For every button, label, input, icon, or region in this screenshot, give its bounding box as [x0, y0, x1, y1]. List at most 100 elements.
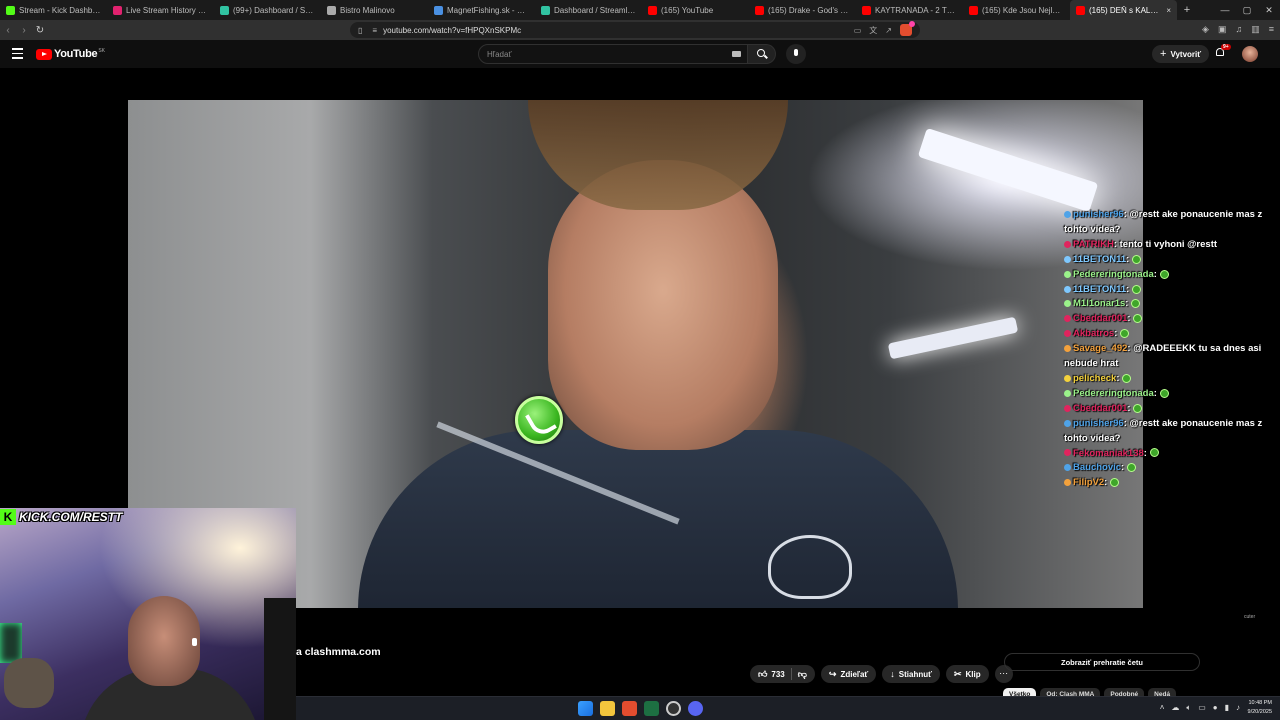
tab-title: Live Stream History for Blerp	[126, 5, 208, 15]
browser-tab[interactable]: Stream - Kick Dashboard	[0, 0, 107, 20]
tab-title: (165) Drake - God's Plan - You	[768, 5, 850, 15]
chat-username: punisher96	[1073, 209, 1124, 220]
browser-tab[interactable]: (99+) Dashboard / Streamlabs	[214, 0, 321, 20]
share-page-icon[interactable]: ↗	[885, 26, 892, 35]
bookmark-icon[interactable]: ▯	[358, 26, 362, 35]
ceiling-light	[917, 127, 1099, 213]
chat-username: punisher96	[1073, 417, 1124, 429]
chat-badge-icon	[1064, 315, 1071, 323]
youtube-logo[interactable]: YouTube SK	[36, 48, 105, 60]
show-chat-replay-button[interactable]: Zobraziť prehratie četu	[1004, 653, 1200, 671]
chat-badge-icon	[1064, 404, 1071, 412]
translate-icon[interactable]: 文	[869, 25, 877, 36]
chat-message: Akbatros:	[1064, 327, 1278, 342]
file-explorer-icon[interactable]	[600, 701, 615, 716]
tray-overflow-icon[interactable]: ˄	[1160, 703, 1165, 713]
browser-tab[interactable]: Bistro Malinovo	[321, 0, 428, 20]
browser-tab[interactable]: KAYTRANADA - 2 The Music	[856, 0, 963, 20]
excel-icon[interactable]	[644, 701, 659, 716]
speaker-icon[interactable]: ♪	[1236, 703, 1240, 713]
chat-username: FilipV2	[1073, 477, 1105, 489]
extension-toolbar: ◈ ▣ ♫ ▥ ≡	[1202, 24, 1274, 35]
ceiling-light	[887, 316, 1019, 360]
chat-badge-icon	[1064, 270, 1071, 278]
chat-text: :	[1104, 477, 1108, 489]
youtube-wordmark: YouTube	[54, 48, 98, 60]
browser-tab[interactable]: (165) DEŇ s KALUBOI ×	[1070, 0, 1177, 20]
create-button[interactable]: + Vytvoriť	[1152, 45, 1210, 63]
extensions-icon[interactable]: ◈	[1202, 24, 1209, 35]
volume-icon[interactable]: 🔈︎	[1186, 703, 1191, 713]
chat-overlay: punisher96: @restt ake ponaucenie mas z …	[1064, 208, 1278, 491]
voice-search-icon[interactable]	[786, 44, 806, 64]
obs-icon[interactable]	[666, 701, 681, 716]
new-tab-button[interactable]: +	[1177, 4, 1197, 16]
browser-tab[interactable]: MagnetFishing.sk - Magnety	[428, 0, 535, 20]
tab-title: KAYTRANADA - 2 The Music	[875, 5, 957, 15]
chat-username: Pedereringtonada	[1073, 387, 1154, 399]
network-icon[interactable]: ▭	[1198, 703, 1206, 713]
site-settings-icon[interactable]: ≡	[372, 26, 377, 35]
chat-badge-icon	[1064, 389, 1071, 397]
browser-menu-icon[interactable]: ≡	[1269, 24, 1274, 35]
hamburger-menu-icon[interactable]	[12, 48, 23, 59]
like-dislike-group: 👍︎ 733 👎︎	[750, 665, 815, 683]
browser-tab[interactable]: (165) Kde Jsou Nejlépe Hodn	[963, 0, 1070, 20]
chat-emote-icon	[1131, 254, 1141, 264]
clip-label: Klip	[965, 669, 981, 679]
forward-icon[interactable]: ›	[16, 25, 32, 36]
browser-tab[interactable]: (165) YouTube	[642, 0, 749, 20]
share-button[interactable]: ↪ Zdieľať	[820, 665, 877, 683]
video-actions: 👍︎ 733 👎︎ ↪ Zdieľať ↓ Stiahnuť ✂ Klip ··…	[750, 665, 1013, 683]
back-icon[interactable]: ‹	[0, 25, 16, 36]
search-button[interactable]	[748, 44, 776, 64]
tab-favicon-icon	[969, 5, 978, 15]
cast-icon[interactable]: ▭	[854, 26, 862, 35]
chat-emote-icon	[1120, 329, 1129, 339]
chat-badge-icon	[1064, 449, 1071, 457]
clock[interactable]: 10:48 PM 9/20/2025	[1248, 699, 1272, 717]
chat-emote-icon	[1159, 388, 1169, 398]
download-button[interactable]: ↓ Stiahnuť	[882, 665, 940, 683]
tab-title: MagnetFishing.sk - Magnety	[447, 5, 529, 15]
thumbs-up-icon[interactable]: 👍︎	[758, 669, 767, 680]
windows-start-icon[interactable]	[578, 701, 593, 716]
chat-message: FilipV2:	[1064, 476, 1278, 491]
split-view-icon[interactable]: ▥	[1251, 24, 1260, 35]
brave-browser-icon[interactable]	[622, 701, 637, 716]
maximize-icon[interactable]: ▢	[1236, 5, 1258, 16]
battery-icon[interactable]: ▮	[1225, 703, 1229, 713]
thumbs-down-icon[interactable]: 👎︎	[798, 669, 807, 680]
browser-tab[interactable]: Dashboard / Streamlabs	[535, 0, 642, 20]
sidebar-toggle-icon[interactable]: ▣	[1218, 24, 1227, 35]
discord-icon[interactable]	[688, 701, 703, 716]
address-bar-row: ‹ › ↻ ▯ ≡ youtube.com/watch?v=fHPQXnSKPM…	[0, 20, 1280, 40]
tab-close-icon[interactable]: ×	[1162, 6, 1171, 15]
minimize-icon[interactable]: —	[1214, 5, 1236, 15]
chat-emote-icon	[1133, 314, 1143, 324]
mic-tray-icon[interactable]: ●	[1213, 703, 1218, 713]
tab-favicon-icon	[327, 5, 336, 15]
search-input[interactable]: Hľadať	[478, 44, 748, 64]
tab-title: (165) DEŇ s KALUBOI	[1089, 5, 1163, 15]
reload-icon[interactable]: ↻	[32, 25, 48, 36]
tab-favicon-icon	[862, 5, 871, 15]
browser-tab[interactable]: (165) Drake - God's Plan - You	[749, 0, 856, 20]
media-icon[interactable]: ♫	[1235, 24, 1242, 35]
notifications-icon[interactable]: 9+	[1214, 44, 1231, 59]
close-window-icon[interactable]: ✕	[1258, 5, 1280, 16]
clip-button[interactable]: ✂ Klip	[945, 665, 989, 683]
url-bar[interactable]: ▯ ≡ youtube.com/watch?v=fHPQXnSKPMc ▭ 文 …	[350, 21, 920, 38]
keyboard-icon[interactable]	[732, 51, 741, 57]
background-monitor	[0, 623, 22, 663]
chat-username: PATRIKH	[1073, 238, 1114, 250]
chat-text: :	[1127, 402, 1131, 414]
like-count[interactable]: 733	[771, 670, 784, 679]
chat-badge-icon	[1064, 285, 1071, 293]
cloud-icon[interactable]: ☁	[1171, 703, 1179, 713]
brave-shield-icon[interactable]	[900, 21, 915, 36]
chat-username: Cbeddar001	[1073, 313, 1128, 325]
browser-tab[interactable]: Live Stream History for Blerp	[107, 0, 214, 20]
avatar[interactable]	[1242, 46, 1258, 62]
windows-taskbar: ˄ ☁ 🔈︎ ▭ ● ▮ ♪ 10:48 PM 9/20/2025	[296, 696, 1280, 720]
